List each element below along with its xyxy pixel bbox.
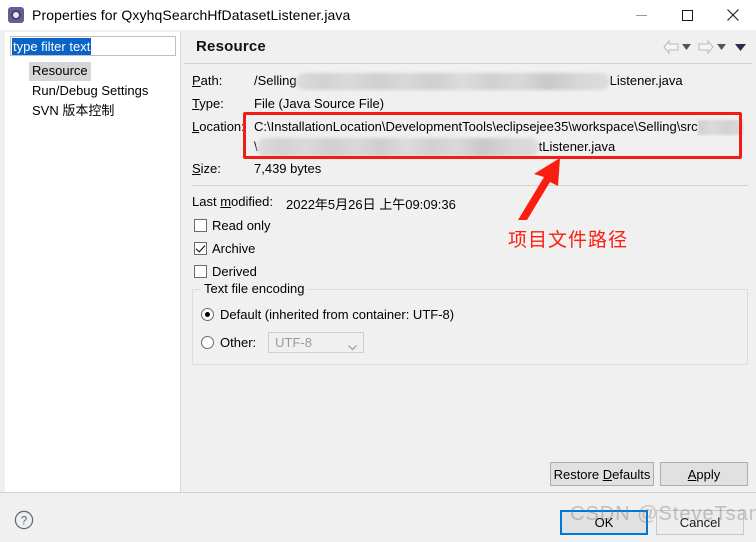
back-menu-chevron-down-icon[interactable] xyxy=(682,44,691,50)
size-value: 7,439 bytes xyxy=(254,161,322,176)
path-row: Path: /Selling Listener.java xyxy=(192,73,683,91)
view-menu-chevron-down-icon[interactable] xyxy=(735,43,746,51)
path-value-prefix: /Selling xyxy=(254,73,297,88)
location-value-line2: \ tListener.java xyxy=(254,138,615,157)
encoding-other-label: Other: xyxy=(220,335,257,350)
filter-input[interactable]: type filter text xyxy=(10,36,176,56)
location-value-line1: C:\InstallationLocation\DevelopmentTools… xyxy=(254,119,698,134)
annotation-text: 项目文件路径 xyxy=(508,230,629,251)
chevron-down-icon xyxy=(348,339,358,354)
sidebar-item-resource[interactable]: Resource xyxy=(29,62,91,81)
text-file-encoding-legend: Text file encoding xyxy=(201,281,308,296)
read-only-checkbox[interactable] xyxy=(194,219,207,232)
svg-text:?: ? xyxy=(21,514,28,528)
sidebar-item-run-debug-settings[interactable]: Run/Debug Settings xyxy=(29,82,151,101)
cancel-label: Cancel xyxy=(679,515,721,530)
location-redacted-block-1 xyxy=(697,120,743,136)
filter-input-value: type filter text xyxy=(12,37,92,55)
back-arrow-icon[interactable] xyxy=(663,40,679,54)
title-bar: Properties for QxyhqSearchHfDatasetListe… xyxy=(0,0,756,30)
forward-arrow-icon[interactable] xyxy=(698,40,714,54)
derived-checkbox-row[interactable]: Derived xyxy=(194,264,257,279)
last-modified-value: 2022年5月26日 上午09:09:36 xyxy=(286,197,456,212)
encoding-default-row[interactable]: Default (inherited from container: UTF-8… xyxy=(201,307,454,322)
apply-button[interactable]: Apply xyxy=(660,462,748,486)
last-modified-row: Last modified: 2022年5月26日 上午09:09:36 xyxy=(192,194,456,212)
ok-label: OK xyxy=(594,515,614,530)
last-modified-label: Last modified: xyxy=(192,194,273,209)
location-label: Location: xyxy=(192,119,245,134)
restore-defaults-label: Restore Defaults xyxy=(553,466,651,482)
path-value: /Selling Listener.java xyxy=(254,73,683,91)
path-label: Path: xyxy=(192,73,223,88)
page-nav-icons xyxy=(663,40,746,54)
resource-page: Resource Path: /Selling Listener.java Ty… xyxy=(182,32,756,492)
read-only-checkbox-row[interactable]: Read only xyxy=(194,218,271,233)
tree-row: Resource xyxy=(5,62,181,82)
tree-row: SVN 版本控制 xyxy=(5,102,181,122)
apply-label: Apply xyxy=(687,466,721,482)
tree-row: Run/Debug Settings xyxy=(5,82,181,102)
location-row: Location: C:\InstallationLocation\Develo… xyxy=(192,119,743,136)
archive-label: Archive xyxy=(212,241,256,256)
page-title: Resource xyxy=(196,38,266,55)
location-value: C:\InstallationLocation\DevelopmentTools… xyxy=(254,119,743,136)
size-label: Size: xyxy=(192,161,221,176)
settings-tree: Resource Run/Debug Settings SVN 版本控制 xyxy=(5,62,181,122)
close-button[interactable] xyxy=(710,0,756,30)
type-value: File (Java Source File) xyxy=(254,96,385,111)
footer-divider xyxy=(0,492,756,493)
encoding-other-row[interactable]: Other: UTF-8 xyxy=(201,332,365,354)
archive-checkbox[interactable] xyxy=(194,242,207,255)
minimize-button[interactable] xyxy=(618,0,664,30)
location-redacted-block-2 xyxy=(256,138,539,157)
path-value-suffix: Listener.java xyxy=(609,73,683,88)
encoding-default-radio[interactable] xyxy=(201,308,214,321)
derived-checkbox[interactable] xyxy=(194,265,207,278)
section-divider xyxy=(192,185,748,186)
ok-button[interactable]: OK xyxy=(560,510,648,535)
encoding-select[interactable]: UTF-8 xyxy=(268,332,365,354)
encoding-default-label: Default (inherited from container: UTF-8… xyxy=(220,307,455,322)
cancel-button[interactable]: Cancel xyxy=(656,510,744,535)
sidebar-item-svn[interactable]: SVN 版本控制 xyxy=(29,102,117,121)
restore-defaults-button[interactable]: Restore Defaults xyxy=(550,462,654,486)
location-line2-suffix: tListener.java xyxy=(538,138,616,154)
encoding-select-value: UTF-8 xyxy=(275,335,312,350)
properties-gear-icon xyxy=(8,7,24,23)
archive-checkbox-row[interactable]: Archive xyxy=(194,241,255,256)
title-divider xyxy=(184,63,752,64)
type-label: Type: xyxy=(192,96,224,111)
settings-tree-panel: type filter text Resource Run/Debug Sett… xyxy=(5,32,181,492)
text-file-encoding-group: Text file encoding Default (inherited fr… xyxy=(192,281,748,365)
type-row: Type: File (Java Source File) xyxy=(192,96,384,111)
read-only-label: Read only xyxy=(212,218,271,233)
maximize-button[interactable] xyxy=(664,0,710,30)
help-circle-icon[interactable]: ? xyxy=(14,510,34,530)
path-redacted-block xyxy=(295,73,610,91)
properties-dialog: Properties for QxyhqSearchHfDatasetListe… xyxy=(0,0,756,542)
derived-label: Derived xyxy=(212,264,257,279)
encoding-other-radio[interactable] xyxy=(201,336,214,349)
size-row: Size: 7,439 bytes xyxy=(192,161,321,176)
forward-menu-chevron-down-icon[interactable] xyxy=(717,44,726,50)
window-title: Properties for QxyhqSearchHfDatasetListe… xyxy=(32,7,351,23)
window-controls xyxy=(618,0,756,30)
